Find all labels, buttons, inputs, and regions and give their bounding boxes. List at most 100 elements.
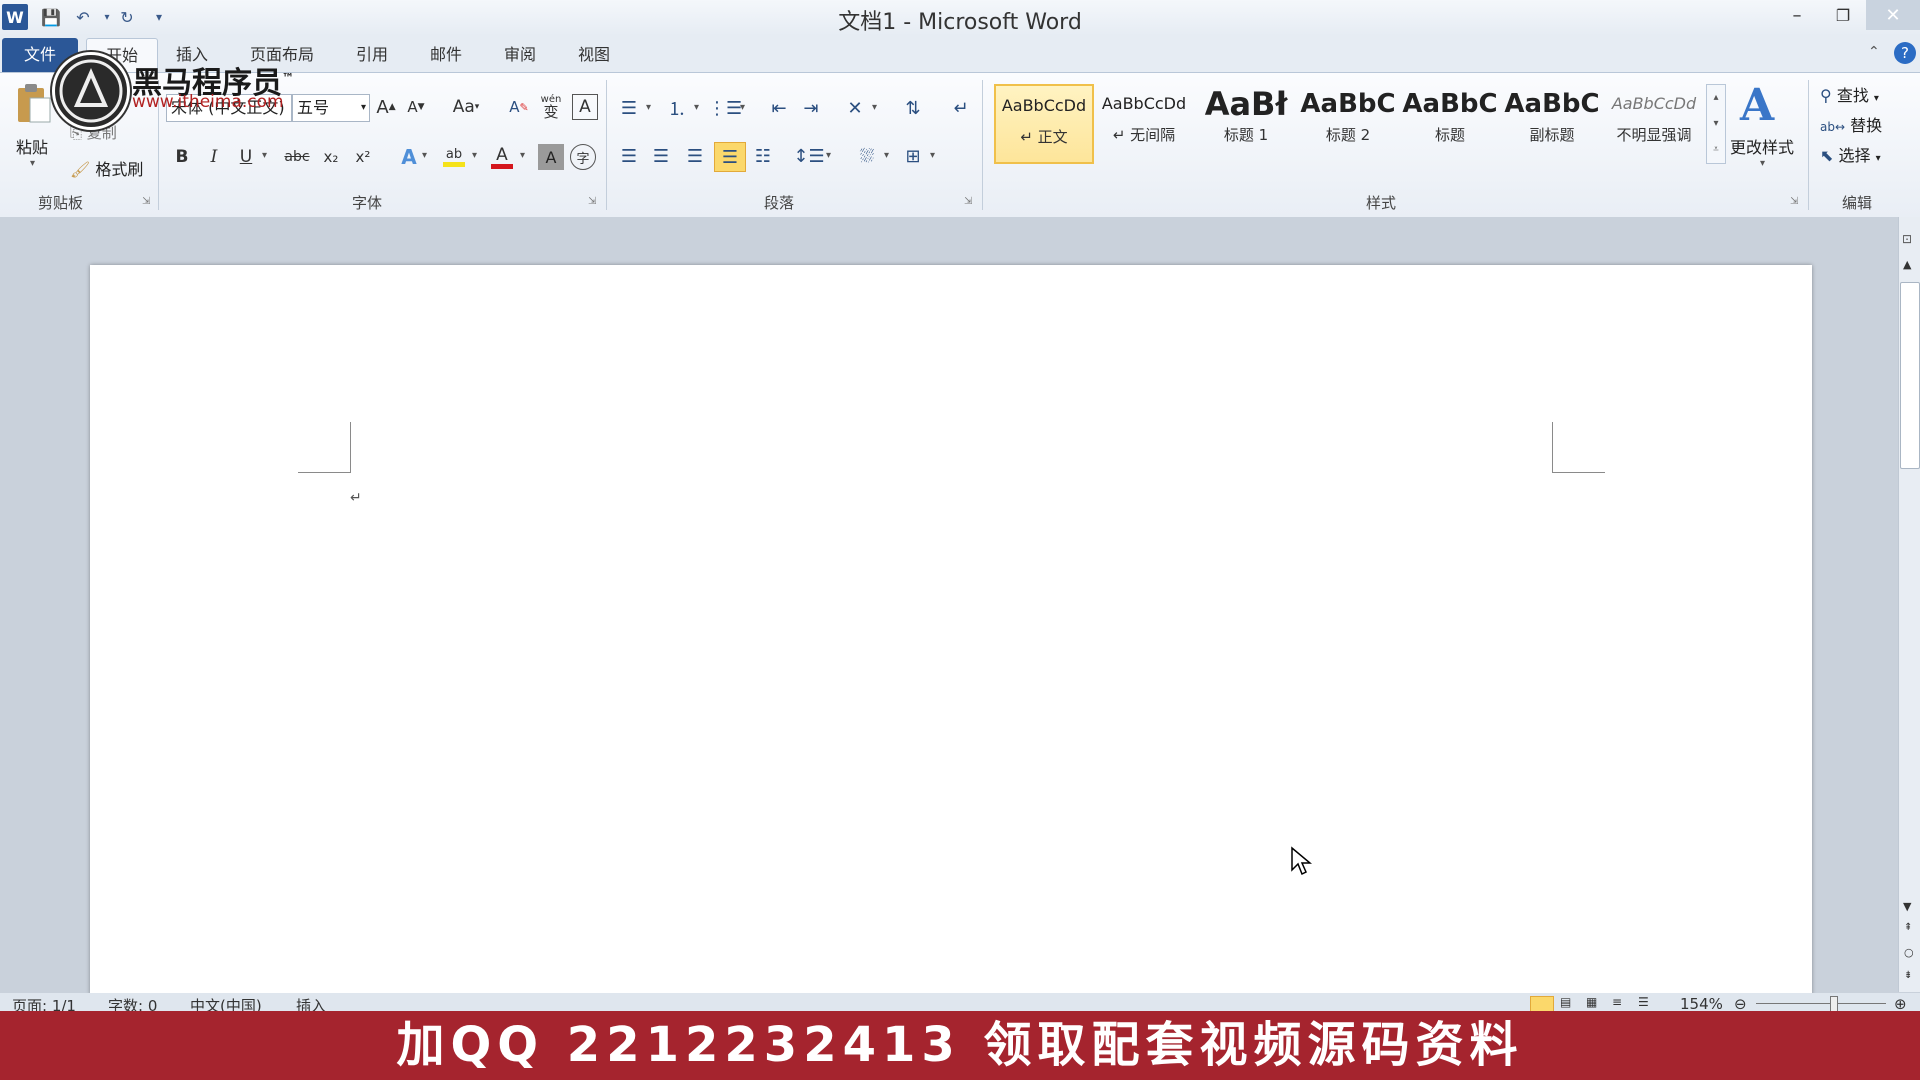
line-spacing-dropdown-icon[interactable]: ▾ <box>826 150 831 161</box>
close-button[interactable]: ✕ <box>1866 0 1920 30</box>
show-marks-icon[interactable]: ↵ <box>948 96 974 120</box>
paragraph-mark[interactable]: ↵ <box>350 490 362 506</box>
full-screen-reading-icon[interactable]: ▤ <box>1560 995 1571 1009</box>
paragraph-launcher-icon[interactable]: ⇲ <box>964 196 972 207</box>
style-subtitle[interactable]: AaBbC 副标题 <box>1504 84 1600 160</box>
font-color-button[interactable]: A <box>488 142 516 172</box>
subscript-button[interactable]: x₂ <box>318 144 344 170</box>
style-heading-1[interactable]: AaBł 标题 1 <box>1198 84 1294 160</box>
change-case-button[interactable]: Aa ▾ <box>448 94 484 120</box>
numbering-icon[interactable]: ⒈ <box>664 96 690 120</box>
minimize-button[interactable]: – <box>1774 0 1820 30</box>
style-subtle-emphasis[interactable]: AaBbCcDd 不明显强调 <box>1606 84 1702 160</box>
borders-icon[interactable]: ⊞ <box>900 144 926 168</box>
tab-mailings[interactable]: 邮件 <box>418 40 474 70</box>
outline-icon[interactable]: ≡ <box>1612 995 1622 1009</box>
more-styles-icon[interactable]: ⩡ <box>1707 137 1725 163</box>
ruler-toggle-icon[interactable]: ⊡ <box>1902 232 1912 246</box>
font-color-dropdown-icon[interactable]: ▾ <box>520 150 525 161</box>
style-normal[interactable]: AaBbCcDd ↵ 正文 <box>994 84 1094 164</box>
scroll-up-icon[interactable]: ▴ <box>1707 85 1725 111</box>
change-styles-icon[interactable]: A <box>1740 80 1774 131</box>
borders-dropdown-icon[interactable]: ▾ <box>930 150 935 161</box>
find-button[interactable]: ⚲ 查找 ▾ <box>1820 82 1879 106</box>
scrollbar-thumb[interactable] <box>1900 282 1920 469</box>
strikethrough-button[interactable]: abc <box>282 144 312 170</box>
document-page[interactable] <box>90 265 1812 995</box>
paste-button[interactable]: 粘贴 <box>16 134 48 158</box>
restore-button[interactable]: ❐ <box>1820 0 1866 30</box>
highlight-dropdown-icon[interactable]: ▾ <box>472 150 477 161</box>
save-icon[interactable]: 💾 <box>38 4 64 30</box>
shading-icon[interactable]: ⛆ <box>854 144 880 168</box>
character-shading-button[interactable]: A <box>538 144 564 170</box>
shading-dropdown-icon[interactable]: ▾ <box>884 150 889 161</box>
web-layout-icon[interactable]: ▦ <box>1586 995 1597 1009</box>
shrink-font-button[interactable]: A ▼ <box>404 94 428 120</box>
align-left-icon[interactable]: ☰ <box>616 144 642 168</box>
text-effects-button[interactable]: A <box>396 144 422 170</box>
undo-icon[interactable]: ↶ <box>70 4 96 30</box>
zoom-slider[interactable] <box>1756 1003 1886 1004</box>
chinese-layout-dropdown-icon[interactable]: ▾ <box>872 102 877 113</box>
scroll-down-icon[interactable]: ▼ <box>1903 900 1911 913</box>
draft-icon[interactable]: ☰ <box>1638 995 1649 1009</box>
redo-icon[interactable]: ↻ <box>114 4 140 30</box>
line-spacing-icon[interactable]: ↕☰ <box>793 144 824 168</box>
tab-references[interactable]: 引用 <box>344 40 400 70</box>
multilevel-dropdown-icon[interactable]: ▾ <box>740 102 745 113</box>
style-no-spacing[interactable]: AaBbCcDd ↵ 无间隔 <box>1096 84 1192 160</box>
styles-launcher-icon[interactable]: ⇲ <box>1790 196 1798 207</box>
tab-review[interactable]: 审阅 <box>492 40 548 70</box>
numbering-dropdown-icon[interactable]: ▾ <box>694 102 699 113</box>
enclose-characters-button[interactable]: 字 <box>570 144 596 170</box>
sort-icon[interactable]: ⇅ <box>900 96 926 120</box>
distributed-icon[interactable]: ☷ <box>750 144 776 168</box>
style-title[interactable]: AaBbC 标题 <box>1402 84 1498 160</box>
character-border-button[interactable]: A <box>572 94 598 120</box>
chinese-layout-icon[interactable]: ✕ <box>842 96 868 120</box>
select-button[interactable]: ⬉ 选择 ▾ <box>1820 142 1881 166</box>
multilevel-list-icon[interactable]: ⋮☰ <box>708 96 742 120</box>
change-styles-dropdown-icon[interactable]: ▾ <box>1760 158 1765 169</box>
justify-icon[interactable]: ☰ <box>714 142 746 172</box>
phonetic-guide-button[interactable]: wén 变 <box>538 92 564 120</box>
style-heading-2[interactable]: AaBbC 标题 2 <box>1300 84 1396 160</box>
browse-object-icon[interactable]: ○ <box>1904 946 1914 959</box>
styles-scroll[interactable]: ▴ ▾ ⩡ <box>1706 84 1726 164</box>
tab-view[interactable]: 视图 <box>566 40 622 70</box>
replace-button[interactable]: ab↔ 替换 <box>1820 112 1882 136</box>
paste-dropdown-icon[interactable]: ▾ <box>30 158 35 169</box>
change-styles-button[interactable]: 更改样式 <box>1730 134 1794 158</box>
word-app-icon[interactable]: W <box>2 4 28 30</box>
bold-button[interactable]: B <box>170 144 194 170</box>
underline-button[interactable]: U <box>234 144 258 170</box>
paste-icon[interactable] <box>12 80 56 128</box>
scroll-up-icon[interactable]: ▲ <box>1903 258 1911 271</box>
increase-indent-icon[interactable]: ⇥ <box>798 96 824 120</box>
format-painter-button[interactable]: 🖌 格式刷 <box>70 156 143 180</box>
align-right-icon[interactable]: ☰ <box>682 144 708 168</box>
underline-dropdown-icon[interactable]: ▾ <box>262 150 267 161</box>
scroll-down-icon[interactable]: ▾ <box>1707 111 1725 137</box>
zoom-slider-thumb[interactable] <box>1830 996 1838 1012</box>
customize-toolbar-icon[interactable]: ▾ <box>146 4 172 30</box>
clear-formatting-icon[interactable]: A ✎ <box>506 94 532 120</box>
bullets-icon[interactable]: ☰ <box>616 96 642 120</box>
grow-font-button[interactable]: A ▲ <box>374 94 398 120</box>
next-page-icon[interactable]: ⇟ <box>1904 970 1912 981</box>
minimize-ribbon-icon[interactable]: ⌃ <box>1868 44 1880 60</box>
bullets-dropdown-icon[interactable]: ▾ <box>646 102 651 113</box>
help-icon[interactable]: ? <box>1894 42 1916 64</box>
italic-button[interactable]: I <box>202 144 226 170</box>
align-center-icon[interactable]: ☰ <box>648 144 674 168</box>
print-layout-icon[interactable] <box>1530 996 1554 1012</box>
superscript-button[interactable]: x² <box>350 144 376 170</box>
highlight-button[interactable]: ab <box>440 142 468 172</box>
clipboard-launcher-icon[interactable]: ⇲ <box>142 196 150 207</box>
decrease-indent-icon[interactable]: ⇤ <box>766 96 792 120</box>
font-size-combo[interactable]: 五号 ▾ <box>292 94 370 122</box>
text-effects-dropdown-icon[interactable]: ▾ <box>422 150 427 161</box>
previous-page-icon[interactable]: ⇞ <box>1904 922 1912 933</box>
font-launcher-icon[interactable]: ⇲ <box>588 196 596 207</box>
